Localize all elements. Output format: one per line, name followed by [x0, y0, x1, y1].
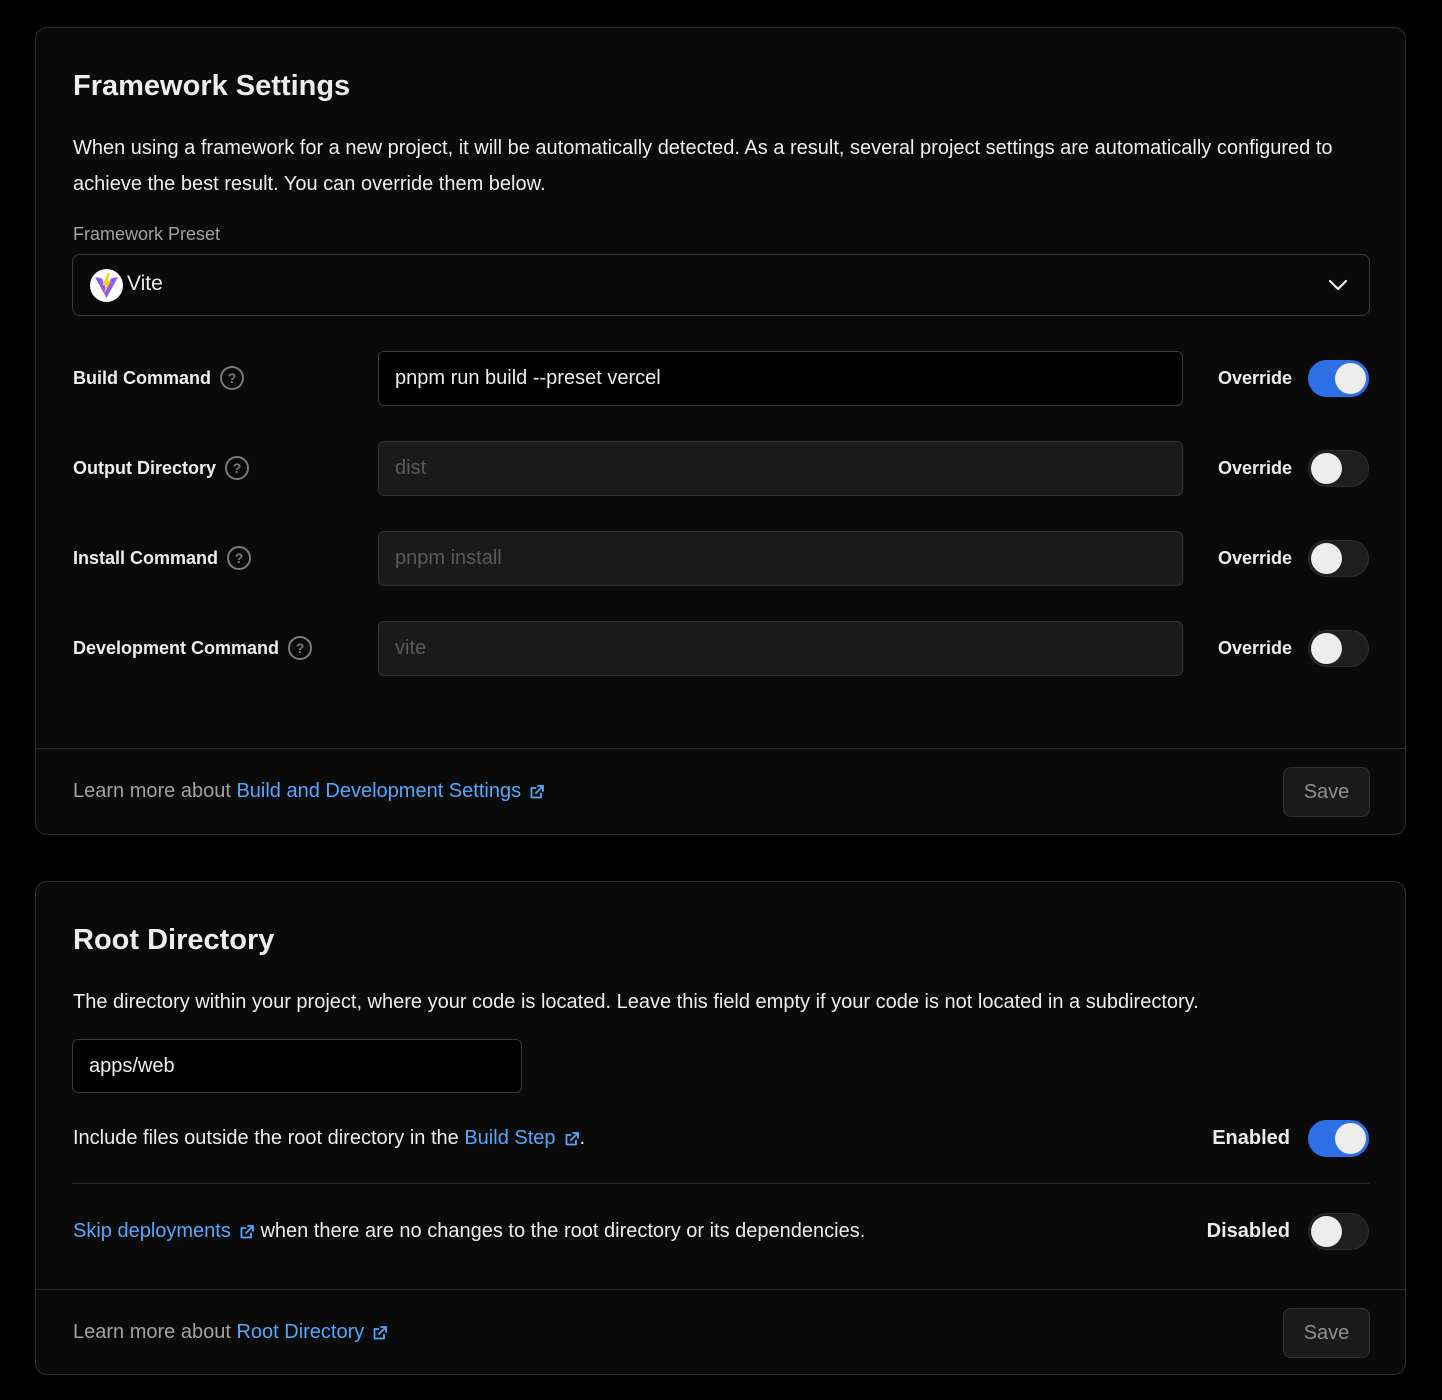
framework-settings-description: When using a framework for a new project…: [73, 137, 1333, 195]
install-command-label: Install Command ?: [73, 546, 252, 570]
install-command-override-label: Override: [1218, 548, 1293, 568]
framework-preset-select[interactable]: Vite: [72, 254, 1370, 316]
framework-footer-text: Learn more about Build and Development S…: [73, 780, 545, 803]
build-command-override-toggle[interactable]: [1308, 360, 1369, 397]
development-command-override-toggle[interactable]: [1308, 630, 1369, 667]
framework-preset-label: Framework Preset: [73, 224, 221, 244]
build-step-link[interactable]: Build Step: [464, 1127, 555, 1150]
external-link-icon: [565, 1131, 579, 1145]
framework-settings-title: Framework Settings: [73, 70, 351, 102]
include-prefix: Include files outside the root directory…: [73, 1127, 459, 1149]
root-save-button[interactable]: Save: [1283, 1308, 1370, 1358]
skip-deployments-status: Disabled: [1206, 1220, 1290, 1242]
build-command-label: Build Command ?: [73, 366, 244, 390]
development-command-override-label: Override: [1218, 638, 1293, 658]
install-command-input[interactable]: pnpm install: [378, 531, 1183, 586]
chevron-down-icon: [1328, 279, 1348, 291]
include-files-text: Include files outside the root directory…: [73, 1127, 585, 1150]
development-command-label-text: Development Command: [73, 637, 280, 658]
help-icon[interactable]: ?: [225, 456, 250, 480]
root-directory-link[interactable]: Root Directory: [236, 1321, 364, 1344]
toggle-knob: [1335, 1123, 1366, 1154]
root-directory-title: Root Directory: [73, 924, 275, 956]
install-command-label-text: Install Command: [73, 547, 219, 568]
output-directory-override-toggle[interactable]: [1308, 450, 1369, 487]
skip-deployments-text: Skip deployments when there are no chang…: [73, 1220, 865, 1243]
root-directory-description: The directory within your project, where…: [73, 991, 1199, 1013]
framework-settings-card: Framework Settings When using a framewor…: [35, 27, 1406, 835]
footer-prefix: Learn more about: [73, 780, 231, 802]
build-command-override-label: Override: [1218, 368, 1293, 388]
help-icon[interactable]: ?: [220, 366, 244, 390]
toggle-knob: [1311, 453, 1342, 484]
include-suffix: .: [579, 1127, 586, 1149]
build-command-input[interactable]: pnpm run build --preset vercel: [378, 351, 1183, 406]
skip-deployments-toggle[interactable]: [1308, 1213, 1369, 1250]
include-files-status: Enabled: [1212, 1127, 1290, 1149]
toggle-knob: [1311, 633, 1342, 664]
toggle-knob: [1311, 1216, 1342, 1247]
help-icon[interactable]: ?: [227, 546, 252, 570]
development-command-label: Development Command ?: [73, 636, 313, 660]
output-directory-override-label: Override: [1218, 458, 1293, 478]
footer-prefix: Learn more about: [73, 1321, 231, 1343]
external-link-icon: [530, 784, 544, 798]
external-link-icon: [240, 1224, 254, 1238]
framework-settings-footer: Learn more about Build and Development S…: [36, 748, 1405, 834]
development-command-input[interactable]: vite: [378, 621, 1183, 676]
root-directory-footer: Learn more about Root Directory Save: [36, 1289, 1405, 1374]
vite-logo-icon: [90, 269, 123, 302]
root-directory-input[interactable]: apps/web: [72, 1039, 522, 1093]
help-icon[interactable]: ?: [288, 636, 313, 660]
toggle-knob: [1311, 543, 1342, 574]
build-command-label-text: Build Command: [73, 367, 211, 388]
build-settings-link[interactable]: Build and Development Settings: [236, 780, 521, 803]
external-link-icon: [373, 1325, 388, 1339]
divider: [72, 1183, 1369, 1184]
framework-save-button[interactable]: Save: [1283, 767, 1370, 817]
include-files-toggle[interactable]: [1308, 1120, 1369, 1157]
root-directory-card: Root Directory The directory within your…: [35, 881, 1406, 1375]
toggle-knob: [1335, 363, 1366, 394]
output-directory-label-text: Output Directory: [73, 457, 217, 478]
framework-preset-value: Vite: [127, 272, 163, 295]
output-directory-input[interactable]: dist: [378, 441, 1183, 496]
skip-deployments-link[interactable]: Skip deployments: [73, 1220, 231, 1243]
install-command-override-toggle[interactable]: [1308, 540, 1369, 577]
skip-suffix: when there are no changes to the root di…: [260, 1220, 866, 1242]
output-directory-label: Output Directory ?: [73, 456, 250, 480]
root-footer-text: Learn more about Root Directory: [73, 1321, 388, 1344]
